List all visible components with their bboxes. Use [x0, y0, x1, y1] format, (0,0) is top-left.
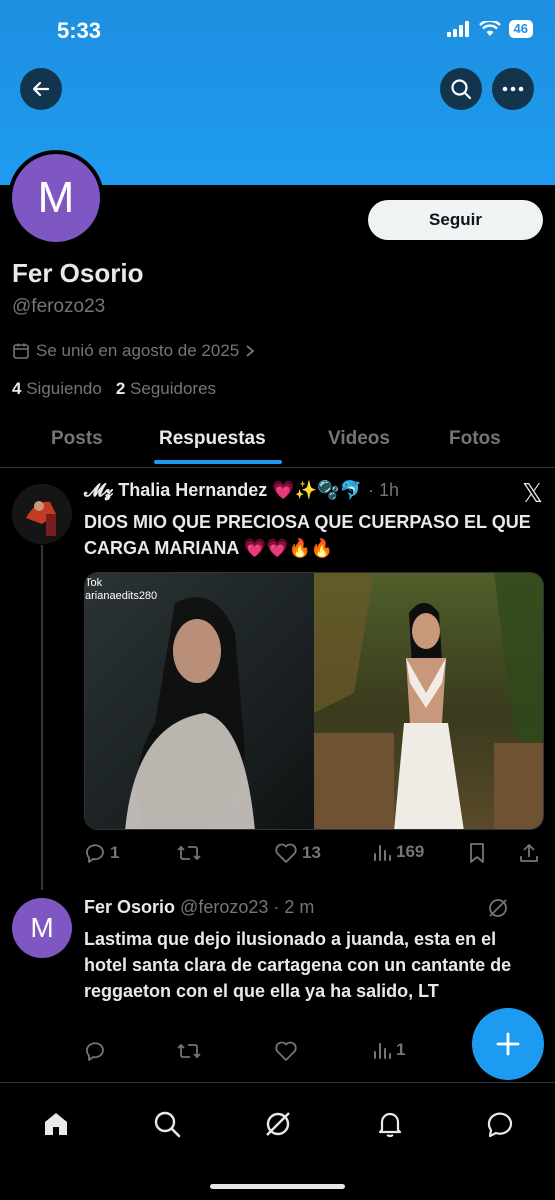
reply-handle-time: @ferozo23 · 2 m — [180, 897, 315, 917]
like-action[interactable]: 13 — [274, 842, 321, 864]
reply-text: Lastima que dejo ilusionado a juanda, es… — [84, 929, 512, 1001]
nav-messages[interactable] — [483, 1107, 517, 1141]
signal-icon — [446, 21, 469, 37]
tab-respuestas[interactable]: Respuestas — [159, 428, 266, 450]
following-label: Siguiendo — [26, 379, 102, 398]
share-action[interactable] — [518, 842, 540, 864]
more-icon — [502, 86, 524, 92]
post-media[interactable]: Tok arianaedits280 — [84, 572, 544, 830]
follow-button[interactable]: Seguir — [368, 200, 543, 240]
bookmark-icon — [470, 843, 484, 863]
views-icon — [374, 1043, 391, 1059]
plus-icon — [496, 1032, 520, 1056]
search-button[interactable] — [440, 68, 482, 110]
repost-icon — [177, 845, 201, 861]
nav-search[interactable] — [150, 1107, 184, 1141]
active-tab-indicator — [154, 460, 282, 464]
post-time: · 1h — [367, 480, 399, 500]
heart-icon — [275, 843, 297, 863]
followers-count: 2 — [115, 379, 126, 398]
reply-header: Fer Osorio @ferozo23 · 2 m — [84, 897, 314, 918]
message-icon — [487, 1112, 513, 1138]
post-author-name[interactable]: 𝓜𝔃 Thalia Hernandez 💗✨🫧🐬 — [84, 480, 362, 501]
wifi-icon — [478, 21, 501, 36]
bell-icon — [378, 1112, 402, 1138]
post-image-1[interactable]: Tok arianaedits280 — [85, 573, 314, 829]
views-icon — [374, 845, 391, 861]
like-count: 13 — [302, 843, 321, 862]
reply-author-name[interactable]: Fer Osorio — [84, 897, 175, 917]
followers-link[interactable]: 2 Seguidores — [116, 379, 216, 399]
grok-icon[interactable] — [486, 896, 510, 920]
post-actions: 1 13 169 — [84, 842, 544, 866]
views-action-2[interactable]: 1 — [372, 1040, 405, 1060]
share-icon — [520, 844, 538, 862]
back-button[interactable] — [20, 68, 62, 110]
search-icon — [154, 1111, 181, 1138]
status-icons: 46 — [446, 20, 533, 38]
profile-handle: @ferozo23 — [12, 296, 106, 317]
reply-action[interactable]: 1 — [84, 842, 119, 864]
following-link[interactable]: 4 Siguiendo — [12, 379, 102, 399]
search-icon — [451, 79, 472, 100]
profile-name: Fer Osorio — [12, 258, 144, 288]
bottom-nav — [0, 1082, 555, 1200]
chevron-right-icon — [246, 345, 255, 357]
joined-text: Se unió en agosto de 2025 — [36, 341, 240, 360]
home-icon — [45, 1113, 67, 1135]
reply-view-count: 1 — [396, 1040, 406, 1059]
followers-label: Seguidores — [130, 379, 217, 398]
calendar-icon — [13, 343, 29, 359]
grok-icon — [266, 1112, 290, 1136]
more-button[interactable] — [492, 68, 534, 110]
status-time: 5:33 — [57, 18, 102, 43]
reply-action-2[interactable] — [84, 1040, 106, 1062]
bookmark-action[interactable] — [468, 842, 486, 864]
tab-fotos[interactable]: Fotos — [449, 428, 501, 450]
tab-posts[interactable]: Posts — [51, 428, 103, 450]
reply-icon — [86, 844, 104, 863]
like-action-2[interactable] — [274, 1040, 298, 1062]
heart-icon — [275, 1041, 297, 1061]
tab-videos[interactable]: Videos — [328, 428, 390, 450]
nav-grok[interactable] — [261, 1107, 295, 1141]
nav-home[interactable] — [39, 1107, 73, 1141]
joined-date[interactable]: Se unió en agosto de 2025 — [12, 341, 255, 361]
following-count: 4 — [12, 379, 22, 398]
reply-author-avatar[interactable]: M — [12, 898, 72, 958]
battery-icon: 46 — [508, 20, 533, 38]
reply-count: 1 — [110, 843, 120, 862]
post-header: 𝓜𝔃 Thalia Hernandez 💗✨🫧🐬 · 1h — [84, 480, 399, 501]
post-author-avatar[interactable] — [12, 484, 72, 544]
post-image-2[interactable] — [314, 573, 543, 829]
view-count: 169 — [396, 842, 425, 861]
follow-stats: 4 Siguiendo 2 Seguidores — [12, 379, 216, 399]
views-action[interactable]: 169 — [372, 842, 424, 862]
repost-action[interactable] — [176, 842, 206, 864]
status-bar: 5:33 46 — [0, 0, 555, 64]
reply-icon — [86, 1042, 104, 1061]
home-indicator — [210, 1184, 345, 1189]
repost-icon — [177, 1043, 201, 1059]
post-text: DIOS MIO QUE PRECIOSA QUE CUERPASO EL QU… — [84, 512, 531, 558]
compose-button[interactable] — [472, 1008, 544, 1080]
thread-line — [41, 545, 43, 890]
arrow-left-icon — [32, 81, 50, 97]
repost-action-2[interactable] — [176, 1040, 202, 1062]
x-logo-icon: 𝕏 — [522, 478, 543, 508]
nav-notifications[interactable] — [373, 1107, 407, 1141]
profile-avatar[interactable]: M — [8, 150, 104, 246]
